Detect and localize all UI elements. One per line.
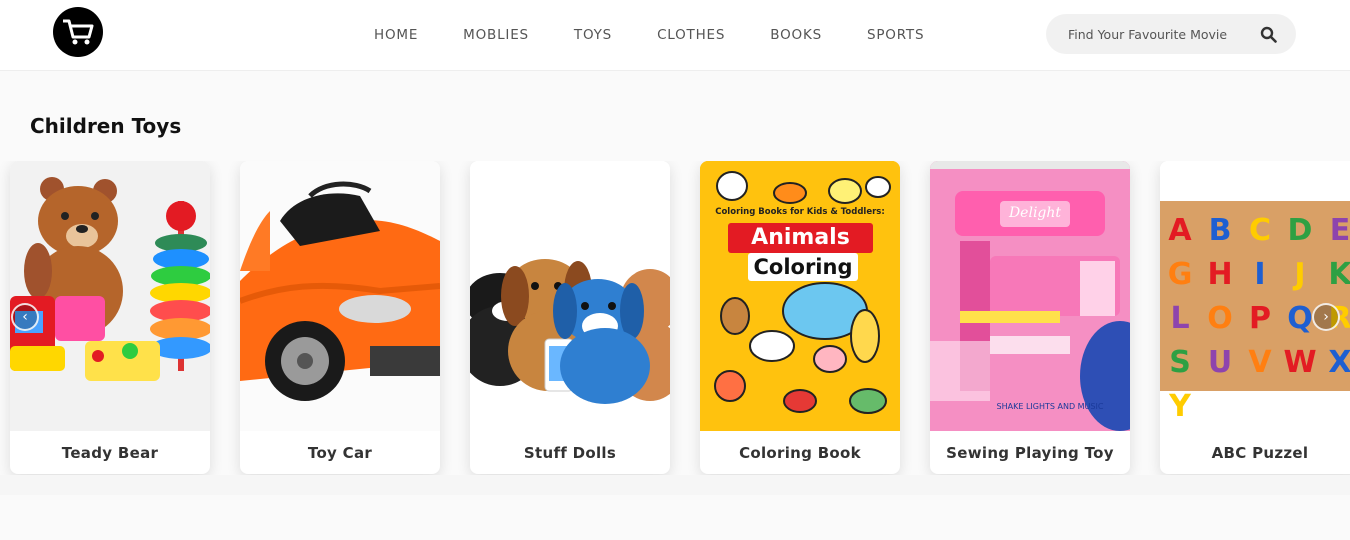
carousel-next-button[interactable]: › (1312, 303, 1340, 331)
chevron-left-icon: ‹ (22, 309, 28, 325)
abc-letter: E (1329, 213, 1350, 248)
nav-mobiles[interactable]: MOBLIES (463, 26, 529, 44)
book-cover-line2: Coloring (753, 255, 853, 279)
sewing-tag: SHAKE LIGHTS AND MUSIC (996, 402, 1104, 411)
product-card[interactable]: Teady Bear (10, 161, 210, 474)
search-icon[interactable] (1258, 24, 1278, 44)
abc-puzzle-image: ABCDEGHIJKLOPQRSUVWXY (1160, 161, 1350, 431)
site-header: HOME MOBLIES TOYS CLOTHES BOOKS SPORTS (0, 0, 1350, 71)
abc-letter: L (1170, 301, 1190, 336)
abc-letter: I (1254, 257, 1266, 292)
toy-car-image (240, 161, 440, 431)
abc-letter: O (1207, 301, 1233, 336)
abc-letter: K (1328, 257, 1350, 292)
product-name: Coloring Book (739, 443, 861, 462)
product-card[interactable]: Delight SHAKE LIGHTS AND MUSIC Sewing Pl… (930, 161, 1130, 474)
abc-letter: P (1249, 301, 1271, 336)
product-carousel: Teady Bear Toy Car Stuff Dolls Coloring … (0, 161, 1350, 475)
search-input[interactable] (1068, 24, 1248, 44)
stuff-dolls-image (470, 161, 670, 431)
coloring-book-image: Coloring Books for Kids & Toddlers: Anim… (700, 161, 900, 431)
shopping-cart-logo-icon[interactable] (53, 7, 103, 57)
carousel-prev-button[interactable]: ‹ (11, 303, 39, 331)
product-name: ABC Puzzel (1211, 443, 1309, 462)
product-card[interactable]: Toy Car (240, 161, 440, 474)
teddy-bear-image (10, 161, 210, 431)
abc-letter-grid: ABCDEGHIJKLOPQRSUVWXY (1160, 209, 1350, 424)
nav-home[interactable]: HOME (374, 26, 418, 44)
abc-letter: Y (1169, 389, 1191, 424)
abc-letter: W (1283, 345, 1317, 380)
abc-letter: C (1248, 213, 1272, 248)
abc-letter: D (1287, 213, 1313, 248)
abc-letter: S (1169, 345, 1191, 380)
section-title: Children Toys (30, 114, 182, 138)
nav-clothes[interactable]: CLOTHES (657, 26, 725, 44)
product-card[interactable]: Coloring Books for Kids & Toddlers: Anim… (700, 161, 900, 474)
main-nav: HOME MOBLIES TOYS CLOTHES BOOKS SPORTS (374, 26, 969, 44)
abc-letter: X (1328, 345, 1350, 380)
search-bar (1046, 14, 1296, 54)
product-name: Toy Car (307, 443, 373, 462)
product-name: Stuff Dolls (523, 443, 617, 462)
product-name: Sewing Playing Toy (946, 443, 1114, 462)
abc-letter: V (1248, 345, 1272, 380)
nav-toys[interactable]: TOYS (574, 26, 612, 44)
chevron-right-icon: › (1323, 309, 1329, 325)
nav-sports[interactable]: SPORTS (867, 26, 924, 44)
sewing-toy-image: Delight SHAKE LIGHTS AND MUSIC (930, 161, 1130, 431)
book-cover-line1: Animals (751, 225, 850, 250)
product-card[interactable]: Stuff Dolls (470, 161, 670, 474)
abc-letter: A (1168, 213, 1192, 248)
abc-letter: B (1208, 213, 1232, 248)
nav-books[interactable]: BOOKS (770, 26, 822, 44)
abc-letter: J (1294, 257, 1306, 292)
section-bottom-band (0, 475, 1350, 495)
abc-letter: H (1207, 257, 1233, 292)
sewing-brand: Delight (1008, 205, 1062, 221)
product-name: Teady Bear (61, 443, 159, 462)
abc-letter: U (1207, 345, 1233, 380)
book-cover-top: Coloring Books for Kids & Toddlers: (715, 207, 885, 217)
abc-letter: G (1167, 257, 1193, 292)
